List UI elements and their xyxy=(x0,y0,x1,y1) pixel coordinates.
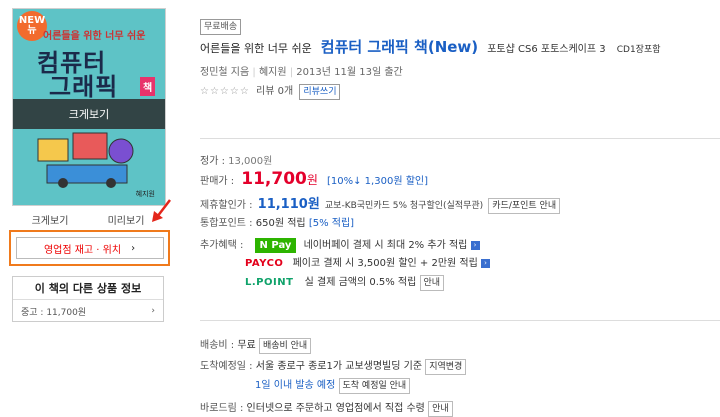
preview-link[interactable]: 미리보기 xyxy=(108,212,145,227)
other-products-title: 이 책의 다른 상품 정보 xyxy=(13,277,163,300)
list-price-value: 13,000원 xyxy=(228,156,273,167)
cover-title-badge: 책 xyxy=(140,77,156,96)
chevron-right-icon: › xyxy=(131,242,136,254)
pointer-arrow-icon xyxy=(152,199,171,222)
list-price-label: 정가 : xyxy=(200,156,225,167)
divider xyxy=(200,138,720,139)
eta-label: 도착예정일 : xyxy=(200,361,253,372)
book-cover-image[interactable]: NEW 뉴 어른들을 위한 너무 쉬운 컴퓨터 그래픽 책 크게보기 혜지원 xyxy=(12,8,166,206)
lpoint-info-button[interactable]: 안내 xyxy=(419,275,445,291)
shipping-fee-info-button[interactable]: 배송비 안내 xyxy=(258,338,312,354)
baro-row: 바로드림 : 인터넷으로 주문하고 영업점에서 직접 수령 안내 xyxy=(200,399,453,417)
image-tools: 크게보기 미리보기 xyxy=(12,212,164,227)
cover-title-line2: 그래픽 xyxy=(49,73,119,101)
other-products-box: 이 책의 다른 상품 정보 중고 : 11,700원 › xyxy=(12,276,164,322)
partner-price-row: 제휴할인가 : 11,110원 교보-KB국민카드 5% 청구할인(실적무관) … xyxy=(200,193,561,214)
rating-stars-icon: ☆☆☆☆☆ xyxy=(200,86,250,97)
lpoint-text: 실 결제 금액의 0.5% 적립 xyxy=(304,277,417,288)
publisher-link[interactable]: 혜지원 xyxy=(259,67,287,78)
review-row: ☆☆☆☆☆ 리뷰 0개 리뷰쓰기 xyxy=(200,82,341,100)
eta-row: 도착예정일 : 서울 종로구 종로1가 교보생명빌딩 기준 지역변경 xyxy=(200,357,467,375)
payco-more-icon[interactable]: › xyxy=(481,258,491,268)
cd-label: CD1장포함 xyxy=(616,45,661,55)
npay-logo-icon: N Pay xyxy=(254,238,297,253)
zoom-link[interactable]: 크게보기 xyxy=(32,212,69,227)
npay-row: 추가혜택 : N Pay 네이버페이 결제 시 최대 2% 추가 적립 › xyxy=(200,236,480,253)
eta-info-button[interactable]: 도착 예정일 안내 xyxy=(338,378,411,394)
npay-text: 네이버페이 결제 시 최대 2% 추가 적립 xyxy=(303,240,468,251)
title-prefix: 어른들을 위한 너무 쉬운 xyxy=(200,42,312,55)
lpoint-row: L.POINT 실 결제 금액의 0.5% 적립 안내 xyxy=(245,273,445,291)
zoom-overlay[interactable]: 크게보기 xyxy=(13,99,165,129)
payco-logo-icon: PAYCO xyxy=(245,258,284,269)
shipping-fee-value: 무료 xyxy=(237,340,256,351)
free-shipping-badge: 무료배송 xyxy=(200,19,242,35)
shipping-fee-label: 배송비 : xyxy=(200,340,235,351)
partner-price-desc: 교보-KB국민카드 5% 청구할인(실적무관) xyxy=(324,201,484,211)
store-stock-highlight: 영업점 재고 · 위치 › xyxy=(9,230,170,266)
baro-text: 인터넷으로 주문하고 영업점에서 직접 수령 xyxy=(246,403,425,414)
eta-value: 1일 이내 발송 예정 xyxy=(255,380,336,391)
point-rate: [5% 적립] xyxy=(308,218,355,229)
list-price-row: 정가 : 13,000원 xyxy=(200,152,272,167)
partner-price-label: 제휴할인가 : xyxy=(200,200,253,211)
store-stock-label: 영업점 재고 · 위치 xyxy=(43,244,122,256)
publish-date: 2013년 11월 13일 출간 xyxy=(296,67,403,78)
npay-more-icon[interactable]: › xyxy=(470,240,480,250)
shipping-fee-row: 배송비 : 무료 배송비 안내 xyxy=(200,336,312,354)
store-stock-button[interactable]: 영업점 재고 · 위치 › xyxy=(15,237,164,259)
used-book-price: 중고 : 11,700원 xyxy=(21,307,87,318)
sale-price-label: 판매가 : xyxy=(200,176,235,187)
benefits-label: 추가혜택 : xyxy=(200,240,244,251)
eta-value-row: 1일 이내 발송 예정 도착 예정일 안내 xyxy=(255,376,411,394)
discount-info: [10%↓ 1,300원 할인] xyxy=(327,176,428,187)
cover-illustration xyxy=(37,132,134,188)
card-point-info-button[interactable]: 카드/포인트 안내 xyxy=(488,198,561,214)
sale-price-unit: 원 xyxy=(306,173,318,187)
point-value: 650원 적립 xyxy=(255,218,306,229)
write-review-button[interactable]: 리뷰쓰기 xyxy=(299,84,341,100)
author-link[interactable]: 정민철 지음 xyxy=(200,67,249,78)
author-row: 정민철 지음 | 혜지원 | 2013년 11월 13일 출간 xyxy=(200,67,403,78)
chevron-right-icon: › xyxy=(151,306,155,316)
partner-price-value: 11,110원 xyxy=(257,197,320,212)
sale-price-value: 11,700 xyxy=(241,169,307,189)
payco-row: PAYCO 페이코 결제 시 3,500원 할인 + 2만원 적립 › xyxy=(245,254,491,269)
cover-subtitle: 어른들을 위한 너무 쉬운 xyxy=(43,31,146,42)
title-suffix: 포토샵 CS6 포토스케이프 3 xyxy=(487,44,606,55)
used-book-link[interactable]: 중고 : 11,700원 › xyxy=(13,300,163,322)
product-title: 컴퓨터 그래픽 책(New) xyxy=(320,38,479,56)
baro-info-button[interactable]: 안내 xyxy=(428,401,453,417)
lpoint-logo-icon: L.POINT xyxy=(245,277,294,288)
divider xyxy=(200,320,720,321)
point-label: 통합포인트 : xyxy=(200,218,253,229)
eta-location: 서울 종로구 종로1가 교보생명빌딩 기준 xyxy=(255,361,423,372)
payco-text: 페이코 결제 시 3,500원 할인 + 2만원 적립 xyxy=(292,258,478,269)
change-region-button[interactable]: 지역변경 xyxy=(425,359,467,375)
baro-label: 바로드림 : xyxy=(200,403,244,414)
product-title-row: 어른들을 위한 너무 쉬운 컴퓨터 그래픽 책(New) 포토샵 CS6 포토스… xyxy=(200,36,661,57)
point-row: 통합포인트 : 650원 적립 [5% 적립] xyxy=(200,214,354,229)
sale-price-row: 판매가 : 11,700원 [10%↓ 1,300원 할인] xyxy=(200,169,428,189)
review-count[interactable]: 리뷰 0개 xyxy=(256,86,293,97)
